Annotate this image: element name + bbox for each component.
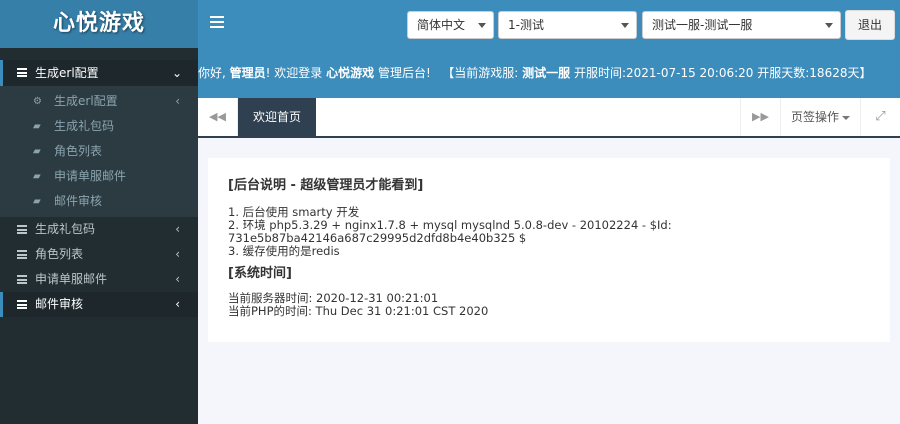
book-icon: ▰ bbox=[33, 171, 41, 182]
current-server-name: 测试一服 bbox=[522, 66, 571, 80]
info-panel: [后台说明 - 超级管理员才能看到] 1. 后台使用 smarty 开发 2. … bbox=[208, 158, 890, 342]
chevron-left-icon: ‹ bbox=[175, 94, 180, 108]
fullscreen-icon[interactable]: ⤢ bbox=[860, 98, 900, 136]
tab-operations-dropdown[interactable]: 页签操作 bbox=[780, 98, 860, 136]
app-logo[interactable]: 心悦游戏 bbox=[0, 0, 198, 48]
sidebar-item-mail-review[interactable]: 邮件审核 ‹ bbox=[0, 292, 198, 317]
book-icon: ▰ bbox=[33, 196, 41, 207]
welcome-suffix: 管理后台! bbox=[374, 66, 431, 80]
panel-title-admin-notes: [后台说明 - 超级管理员才能看到] bbox=[228, 178, 424, 193]
caret-down-icon bbox=[842, 115, 850, 120]
sidebar: 生成erl配置 ⌄ ⚙ 生成erl配置 ‹ ▰ 生成礼包码 ▰ 角色列表 ▰ 申… bbox=[0, 48, 198, 424]
chevron-left-icon: ‹ bbox=[175, 247, 180, 261]
submenu-item-label: 申请单服邮件 bbox=[54, 169, 127, 183]
server-group-select-value: 1-测试 bbox=[508, 18, 544, 32]
user-role: 管理员 bbox=[229, 66, 266, 80]
list-icon bbox=[17, 250, 27, 259]
server-select[interactable]: 测试一服-测试一服 bbox=[642, 11, 841, 39]
server-select-value: 测试一服-测试一服 bbox=[652, 18, 753, 32]
list-icon bbox=[17, 300, 27, 309]
sidebar-item-label: 生成erl配置 bbox=[35, 66, 99, 80]
php-time-line: 当前PHP的时间: Thu Dec 31 0:21:01 CST 2020 bbox=[228, 304, 489, 318]
current-server-label: 【当前游戏服: bbox=[442, 66, 519, 80]
greeting-text: 你好, bbox=[198, 66, 226, 80]
submenu-item-erl-config[interactable]: ⚙ 生成erl配置 ‹ bbox=[0, 89, 198, 114]
submenu-item-label: 邮件审核 bbox=[54, 194, 103, 208]
admin-note-line: 3. 缓存使用的是redis bbox=[228, 244, 340, 258]
sidebar-item-label: 生成礼包码 bbox=[35, 222, 96, 236]
submenu-item-label: 生成erl配置 bbox=[54, 94, 118, 108]
site-name: 心悦游戏 bbox=[326, 66, 375, 80]
submenu-item-gift-code[interactable]: ▰ 生成礼包码 bbox=[0, 114, 198, 139]
list-icon bbox=[17, 225, 27, 234]
submenu-item-single-server-mail[interactable]: ▰ 申请单服邮件 bbox=[0, 164, 198, 189]
open-days-label: 开服天数: bbox=[753, 66, 810, 80]
chevron-down-icon bbox=[621, 23, 629, 28]
book-icon: ▰ bbox=[33, 146, 41, 157]
language-select[interactable]: 简体中文 bbox=[407, 11, 494, 39]
sidebar-toggle-icon[interactable] bbox=[210, 16, 224, 28]
server-group-select[interactable]: 1-测试 bbox=[498, 11, 637, 39]
chevron-down-icon bbox=[825, 23, 833, 28]
submenu-item-mail-review[interactable]: ▰ 邮件审核 bbox=[0, 189, 198, 214]
welcome-info-bar: 你好, 管理员! 欢迎登录 心悦游戏 管理后台! 【当前游戏服: 测试一服 开服… bbox=[198, 48, 900, 98]
submenu-item-label: 角色列表 bbox=[54, 144, 103, 158]
chevron-down-icon bbox=[478, 23, 486, 28]
sidebar-item-label: 邮件审核 bbox=[35, 297, 84, 311]
list-icon bbox=[17, 68, 27, 77]
submenu-item-role-list[interactable]: ▰ 角色列表 bbox=[0, 139, 198, 164]
tab-operations-label: 页签操作 bbox=[790, 110, 839, 124]
tab-scroll-left-icon[interactable]: ◀◀ bbox=[198, 98, 238, 136]
chevron-left-icon: ‹ bbox=[175, 272, 180, 286]
main-content: ◀◀ 欢迎首页 ▶▶ 页签操作 ⤢ [后台说明 - 超级管理员才能看到] 1. … bbox=[198, 98, 900, 424]
sidebar-item-erl-config[interactable]: 生成erl配置 ⌄ bbox=[0, 60, 198, 86]
cogs-icon: ⚙ bbox=[33, 96, 42, 107]
sidebar-submenu: ⚙ 生成erl配置 ‹ ▰ 生成礼包码 ▰ 角色列表 ▰ 申请单服邮件 ▰ 邮件… bbox=[0, 86, 198, 217]
sidebar-item-single-server-mail[interactable]: 申请单服邮件 ‹ bbox=[0, 267, 198, 292]
sidebar-item-label: 申请单服邮件 bbox=[35, 272, 108, 286]
open-days-value: 18628天】 bbox=[809, 66, 872, 80]
list-icon bbox=[17, 275, 27, 284]
language-select-value: 简体中文 bbox=[417, 18, 466, 32]
chevron-left-icon: ‹ bbox=[175, 297, 180, 311]
chevron-down-icon: ⌄ bbox=[171, 66, 182, 80]
tab-bar: ◀◀ 欢迎首页 ▶▶ 页签操作 ⤢ bbox=[198, 98, 900, 138]
open-time-value: 2021-07-15 20:06:20 bbox=[625, 66, 754, 80]
submenu-item-label: 生成礼包码 bbox=[54, 119, 115, 133]
top-navbar: 心悦游戏 简体中文 1-测试 测试一服-测试一服 退出 bbox=[0, 0, 900, 48]
tab-welcome-home[interactable]: 欢迎首页 bbox=[238, 98, 316, 136]
open-time-label: 开服时间: bbox=[570, 66, 626, 80]
sidebar-item-role-list[interactable]: 角色列表 ‹ bbox=[0, 242, 198, 267]
welcome-text: ! 欢迎登录 bbox=[265, 66, 327, 80]
sidebar-item-label: 角色列表 bbox=[35, 247, 84, 261]
chevron-left-icon: ‹ bbox=[175, 222, 180, 236]
sidebar-item-gift-code[interactable]: 生成礼包码 ‹ bbox=[0, 217, 198, 242]
book-icon: ▰ bbox=[33, 121, 41, 132]
logout-button[interactable]: 退出 bbox=[845, 10, 895, 40]
panel-title-system-time: [系统时间] bbox=[228, 266, 292, 281]
tab-scroll-right-icon[interactable]: ▶▶ bbox=[740, 98, 780, 136]
